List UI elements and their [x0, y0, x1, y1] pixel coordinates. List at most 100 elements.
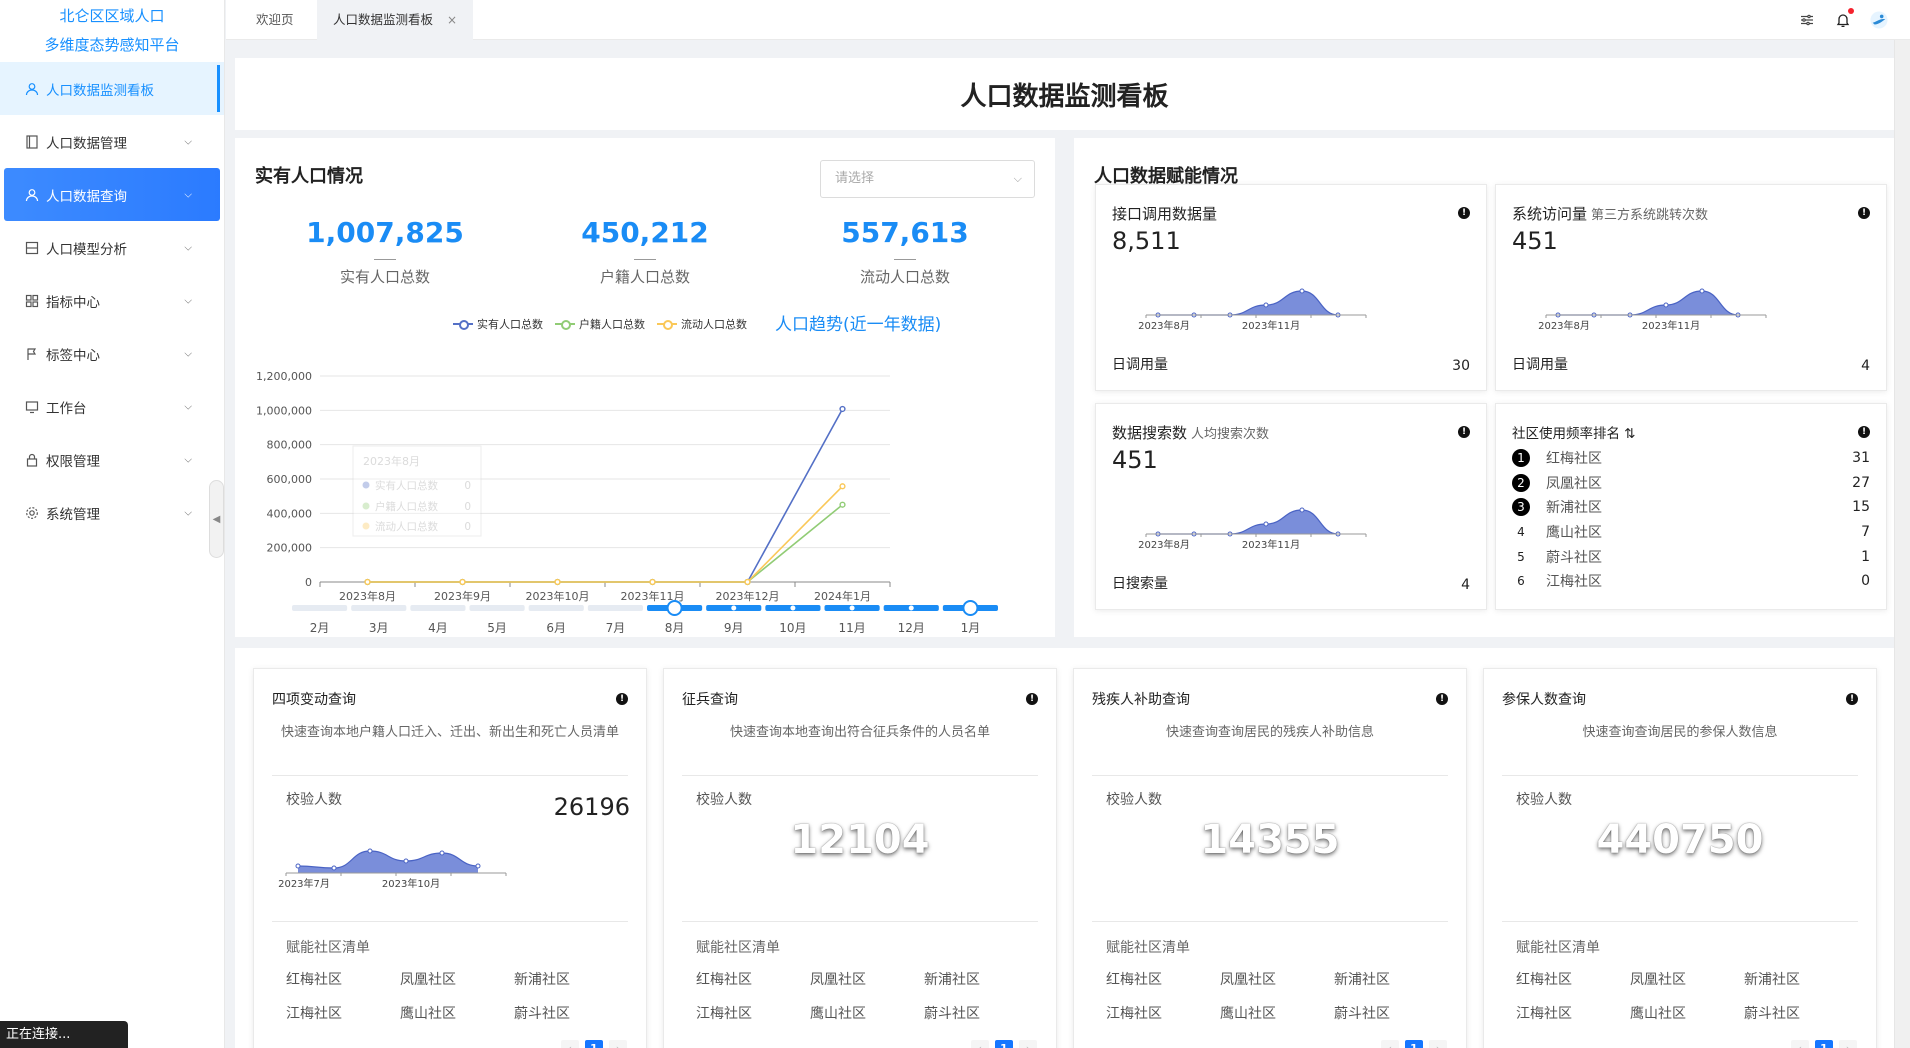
community-link[interactable]: 蔚斗社区: [1744, 1003, 1846, 1023]
info-icon[interactable]: !: [616, 693, 628, 705]
prev-page-button[interactable]: ‹: [971, 1040, 989, 1048]
sidebar-item-workbench[interactable]: 工作台 ⌵: [0, 380, 224, 433]
community-link[interactable]: 鹰山社区: [400, 1003, 514, 1023]
tab-label: 人口数据监测看板: [333, 12, 434, 27]
info-icon[interactable]: !: [1858, 207, 1870, 219]
card-footer-value: 4: [1861, 358, 1870, 374]
mini-area-point: [1263, 302, 1269, 308]
community-link[interactable]: 凤凰社区: [810, 969, 924, 989]
mini-axis-label: 2023年11月: [1242, 319, 1300, 332]
settings-sliders-icon[interactable]: [1798, 11, 1816, 29]
prev-page-button[interactable]: ‹: [561, 1040, 579, 1048]
chevron-down-icon: ⌵: [184, 401, 192, 412]
info-icon[interactable]: !: [1458, 426, 1470, 438]
usage-count: 0: [1861, 573, 1870, 590]
prev-page-button[interactable]: ‹: [1791, 1040, 1809, 1048]
next-page-button[interactable]: ›: [609, 1040, 627, 1048]
slider-segment: [292, 605, 348, 611]
community-link[interactable]: 江梅社区: [696, 1003, 810, 1023]
tab-welcome[interactable]: 欢迎页: [240, 0, 310, 40]
check-label: 校验人数: [286, 792, 342, 808]
community-link[interactable]: 新浦社区: [1744, 969, 1846, 989]
community-link[interactable]: 蔚斗社区: [1334, 1003, 1436, 1023]
community-link[interactable]: 红梅社区: [1516, 969, 1630, 989]
community-link[interactable]: 蔚斗社区: [514, 1003, 616, 1023]
query-description: 快速查询本地户籍人口迁入、迁出、新出生和死亡人员清单: [280, 725, 619, 740]
sidebar-item-indicator-center[interactable]: 指标中心 ⌵: [0, 274, 224, 327]
ranking-row[interactable]: 2 凤凰社区 27: [1512, 471, 1870, 496]
sidebar-collapse-handle[interactable]: ◀: [209, 480, 224, 558]
page-number[interactable]: 1: [995, 1040, 1013, 1048]
community-link[interactable]: 鹰山社区: [1220, 1003, 1334, 1023]
community-link[interactable]: 江梅社区: [1106, 1003, 1220, 1023]
tab-dashboard[interactable]: 人口数据监测看板 ×: [317, 0, 474, 40]
brand-line-2: 多维度态势感知平台: [44, 36, 180, 54]
sidebar-item-tag-center[interactable]: 标签中心 ⌵: [0, 327, 224, 380]
ranking-row[interactable]: 4 鹰山社区 7: [1512, 520, 1870, 545]
community-link[interactable]: 新浦社区: [1334, 969, 1436, 989]
sidebar-item-system[interactable]: 系统管理 ⌵: [0, 486, 224, 539]
sidebar-item-permission[interactable]: 权限管理 ⌵: [0, 433, 224, 486]
visit-card: 系统访问量 第三方系统跳转次数 ! 451 2023年8月 2023年11月 日调用…: [1495, 184, 1887, 391]
slider-segment: [410, 605, 466, 611]
community-link[interactable]: 鹰山社区: [1630, 1003, 1744, 1023]
bell-icon[interactable]: [1834, 8, 1854, 29]
population-trend-chart[interactable]: 0 200,000 400,000 600,000 800,000 1,000,000 1,…: [235, 346, 1055, 606]
legend-item-registered[interactable]: 户籍人口总数: [555, 316, 645, 332]
sidebar-item-data-management[interactable]: 人口数据管理 ⌵: [0, 115, 224, 168]
community-link[interactable]: 江梅社区: [286, 1003, 400, 1023]
sort-icon[interactable]: ⇅: [1624, 426, 1635, 442]
ranking-row[interactable]: 3 新浦社区 15: [1512, 495, 1870, 520]
community-link[interactable]: 新浦社区: [924, 969, 1026, 989]
y-tick-label: 800,000: [267, 439, 313, 452]
tooltip-row-value: 0: [464, 501, 471, 513]
ranking-row[interactable]: 1 红梅社区 31: [1512, 446, 1870, 471]
community-link[interactable]: 红梅社区: [286, 969, 400, 989]
community-link[interactable]: 凤凰社区: [400, 969, 514, 989]
avatar[interactable]: [1870, 11, 1888, 29]
next-page-button[interactable]: ›: [1019, 1040, 1037, 1048]
next-page-button[interactable]: ›: [1839, 1040, 1857, 1048]
stat-value: 450,212: [581, 216, 709, 249]
region-select[interactable]: 请选择 ⌵: [820, 160, 1035, 198]
community-link[interactable]: 鹰山社区: [810, 1003, 924, 1023]
close-icon[interactable]: ×: [447, 13, 457, 27]
info-icon[interactable]: !: [1026, 693, 1038, 705]
info-icon[interactable]: !: [1436, 693, 1448, 705]
legend-item-floating[interactable]: 流动人口总数: [657, 316, 747, 332]
page-number[interactable]: 1: [1405, 1040, 1423, 1048]
query-description: 快速查询查询居民的参保人数信息: [1582, 725, 1778, 740]
community-link[interactable]: 蔚斗社区: [924, 1003, 1026, 1023]
ranking-row[interactable]: 6 江梅社区 0: [1512, 569, 1870, 594]
page-number[interactable]: 1: [1815, 1040, 1833, 1048]
info-icon[interactable]: !: [1858, 426, 1870, 438]
prev-page-button[interactable]: ‹: [1381, 1040, 1399, 1048]
legend-item-real[interactable]: 实有人口总数: [453, 316, 543, 332]
stat-label: 流动人口总数: [859, 268, 950, 286]
time-range-slider[interactable]: 2月 3月 4月 5月 6月 7月 8月 9月 10月 11月 12月 1月: [235, 590, 1055, 640]
check-label: 校验人数: [1516, 792, 1572, 808]
sidebar-item-model-analysis[interactable]: 人口模型分析 ⌵: [0, 221, 224, 274]
mini-axis-label: 2023年7月: [278, 877, 330, 890]
card-footer-value: 30: [1452, 358, 1470, 374]
community-link[interactable]: 新浦社区: [514, 969, 616, 989]
info-icon[interactable]: !: [1846, 693, 1858, 705]
stat-real-population: 1,007,825 实有人口总数: [285, 216, 485, 287]
page-scrollbar[interactable]: [1894, 40, 1910, 1048]
community-link[interactable]: 凤凰社区: [1630, 969, 1744, 989]
next-page-button[interactable]: ›: [1429, 1040, 1447, 1048]
page-number[interactable]: 1: [585, 1040, 603, 1048]
community-list-title: 赋能社区清单: [286, 940, 370, 956]
sidebar-item-dashboard[interactable]: 人口数据监测看板: [0, 62, 224, 115]
ranking-row[interactable]: 5 蔚斗社区 1: [1512, 544, 1870, 569]
gear-icon: [24, 505, 40, 521]
info-icon[interactable]: !: [1458, 207, 1470, 219]
sidebar-item-data-query[interactable]: 人口数据查询 ⌵: [4, 168, 220, 221]
community-link[interactable]: 红梅社区: [1106, 969, 1220, 989]
community-link[interactable]: 红梅社区: [696, 969, 810, 989]
community-link[interactable]: 江梅社区: [1516, 1003, 1630, 1023]
community-link[interactable]: 凤凰社区: [1220, 969, 1334, 989]
check-count: 12104: [790, 817, 930, 863]
stat-registered-population: 450,212 户籍人口总数: [545, 216, 745, 287]
card-title: 接口调用数据量: [1112, 203, 1217, 224]
